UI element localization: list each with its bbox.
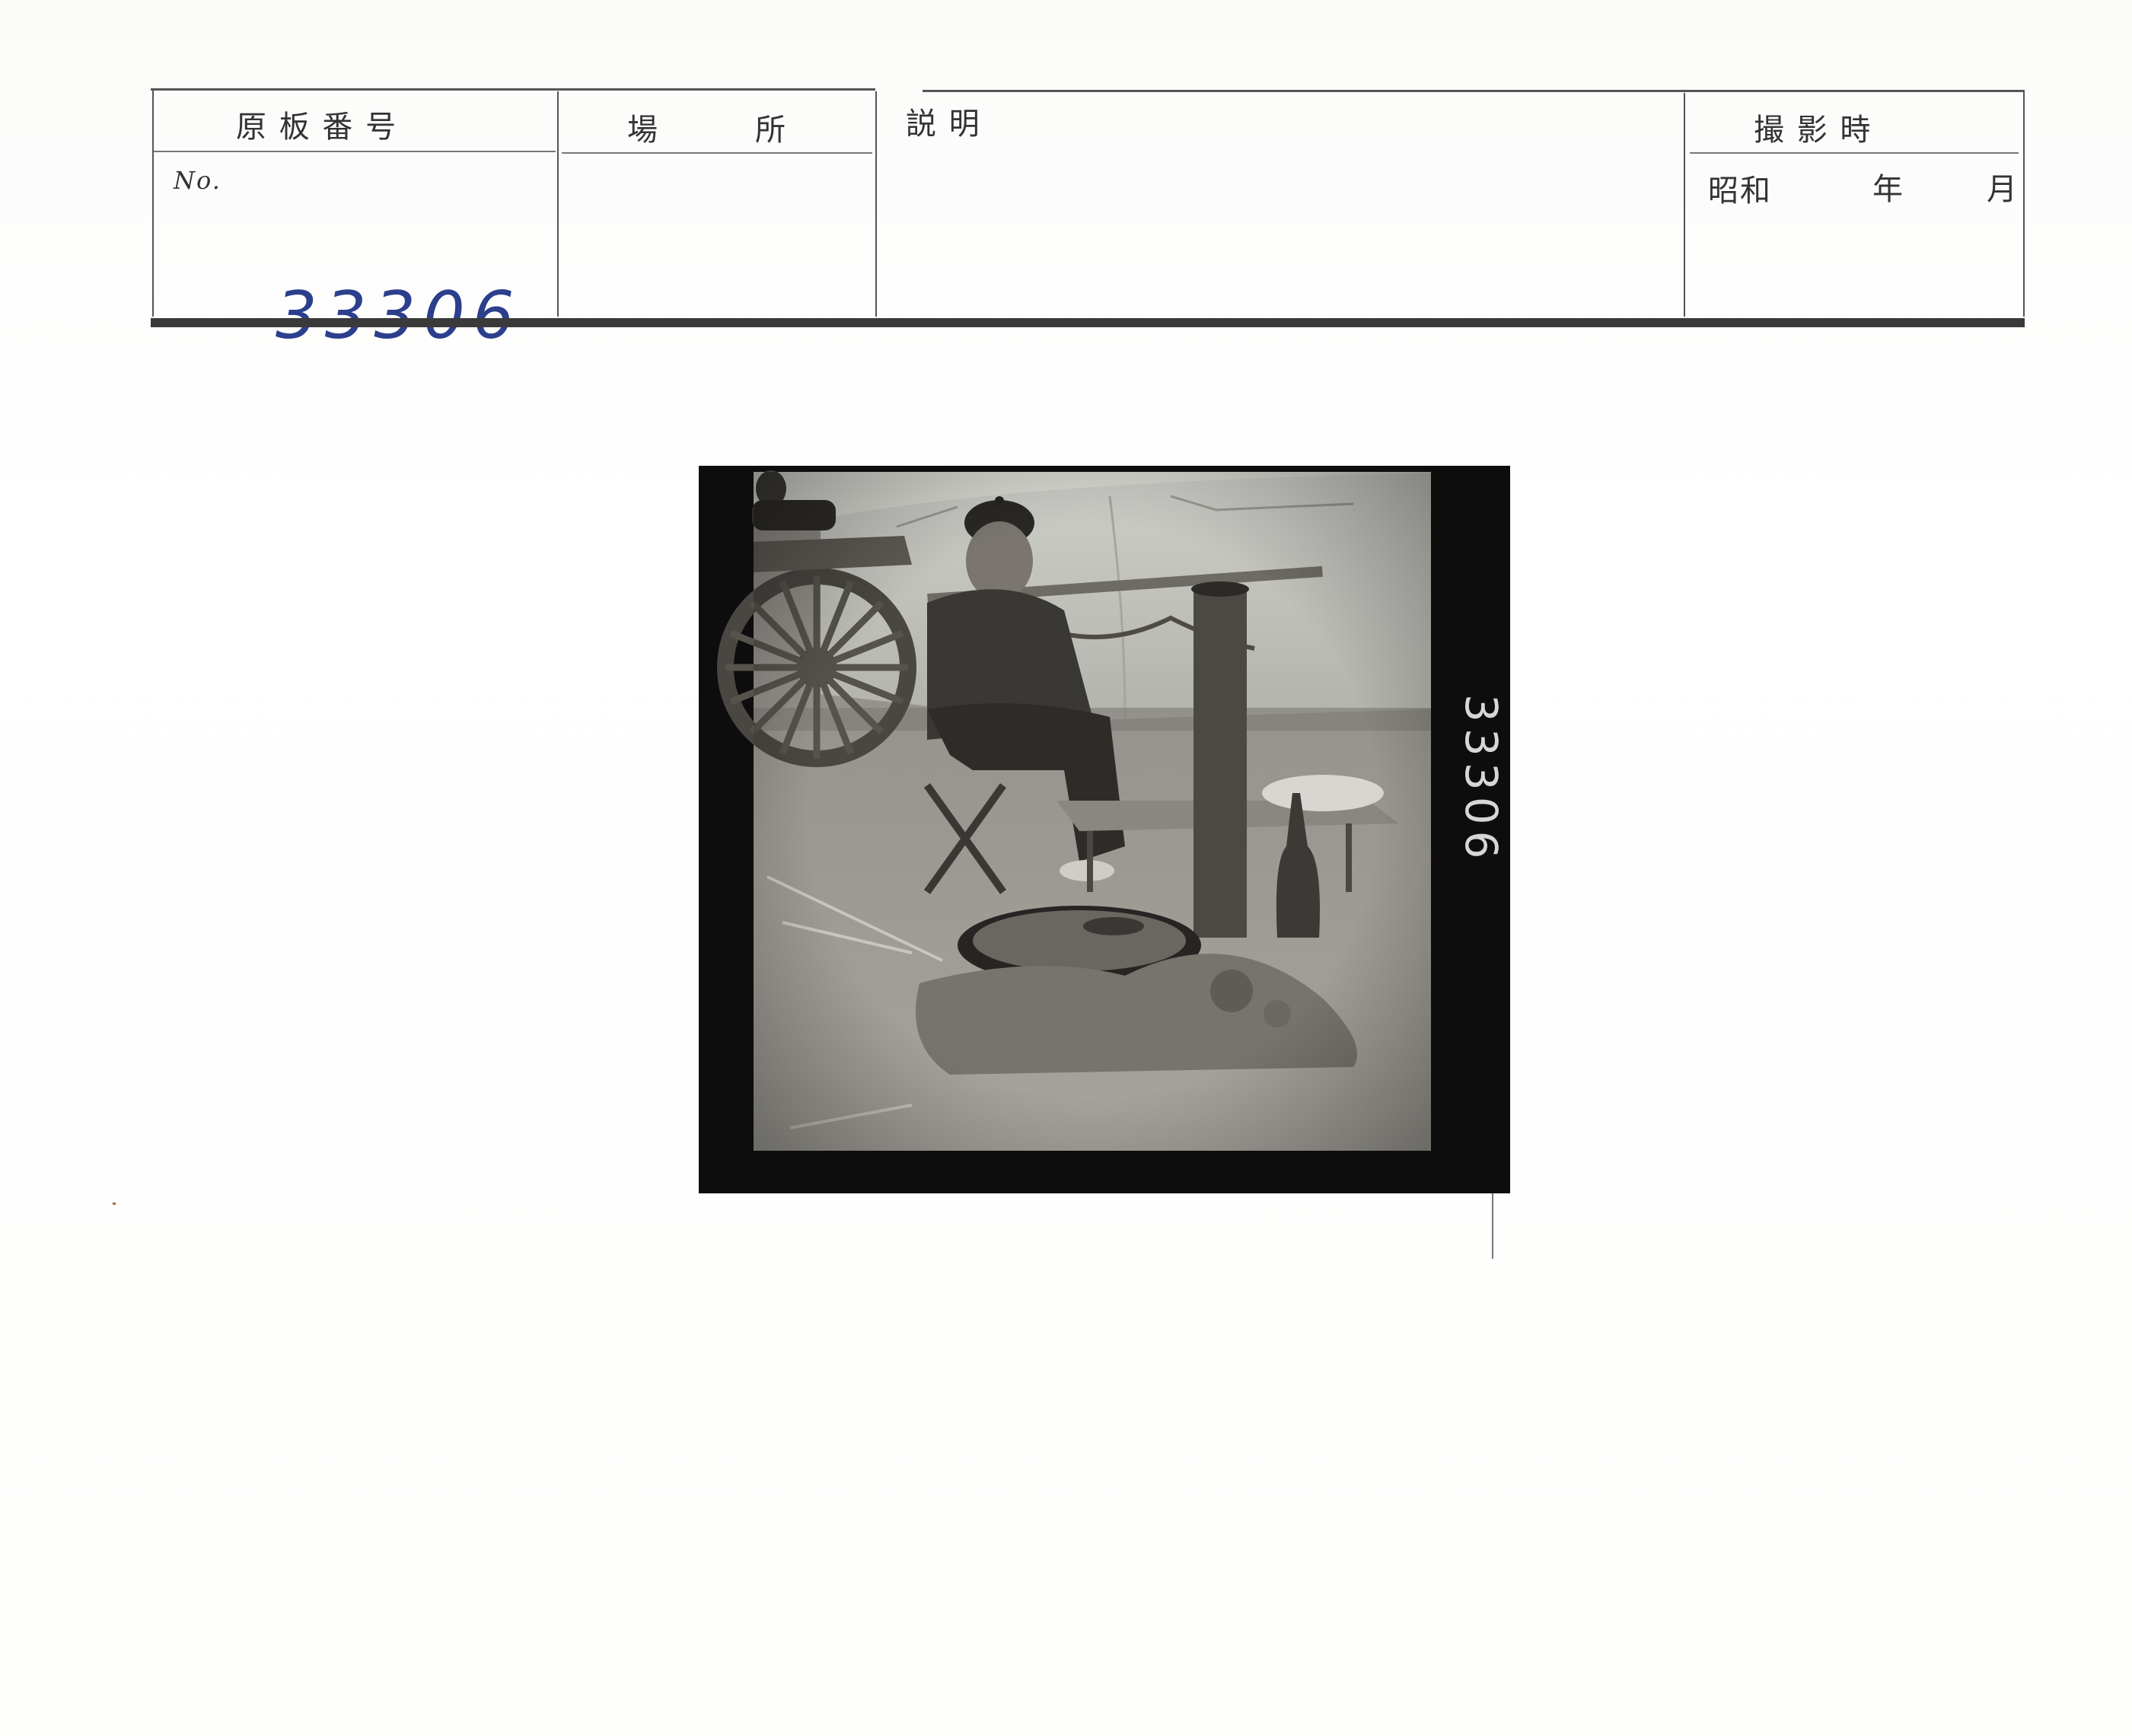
photo-mount-line <box>1492 1193 1493 1259</box>
archive-card-sheet: 原 板 番 号 場 所 説 明 撮 影 時 No. 昭和 年 月 33306 3… <box>0 0 2132 1736</box>
shooting-date-header: 撮 影 時 <box>1754 113 1872 148</box>
mounted-photograph: 33306 <box>699 466 1510 1193</box>
divider-description-date <box>1684 93 1685 317</box>
divider-number-location <box>557 91 559 317</box>
era-label: 昭和 <box>1708 174 1772 209</box>
card-top-rule-right <box>923 90 2025 92</box>
card-bottom-bar <box>151 318 2025 327</box>
number-prefix-label: No. <box>174 166 221 195</box>
location-header: 場 所 <box>627 113 787 148</box>
photo-image: 33306 <box>717 470 1507 1151</box>
paper-speck <box>113 1202 116 1205</box>
handwritten-negative-number: 33306 <box>276 278 516 354</box>
card-top-rule-left <box>151 88 875 91</box>
month-label: 月 <box>1987 172 2019 207</box>
header-underline-number <box>154 151 556 152</box>
card-right-border <box>2023 91 2025 317</box>
header-underline-date <box>1690 152 2019 154</box>
film-edge-number: 33306 <box>1455 694 1507 865</box>
description-header: 説 明 <box>906 107 981 142</box>
header-underline-location <box>562 152 872 154</box>
divider-location-description <box>875 91 877 317</box>
catalog-card-header: 原 板 番 号 場 所 説 明 撮 影 時 No. 昭和 年 月 33306 <box>151 88 2025 354</box>
negative-number-header: 原 板 番 号 <box>236 110 398 145</box>
card-left-border <box>152 88 154 317</box>
photo-scene <box>717 470 1431 1151</box>
year-label: 年 <box>1872 172 1904 207</box>
handwritten-number-text: 33306 <box>276 278 516 354</box>
